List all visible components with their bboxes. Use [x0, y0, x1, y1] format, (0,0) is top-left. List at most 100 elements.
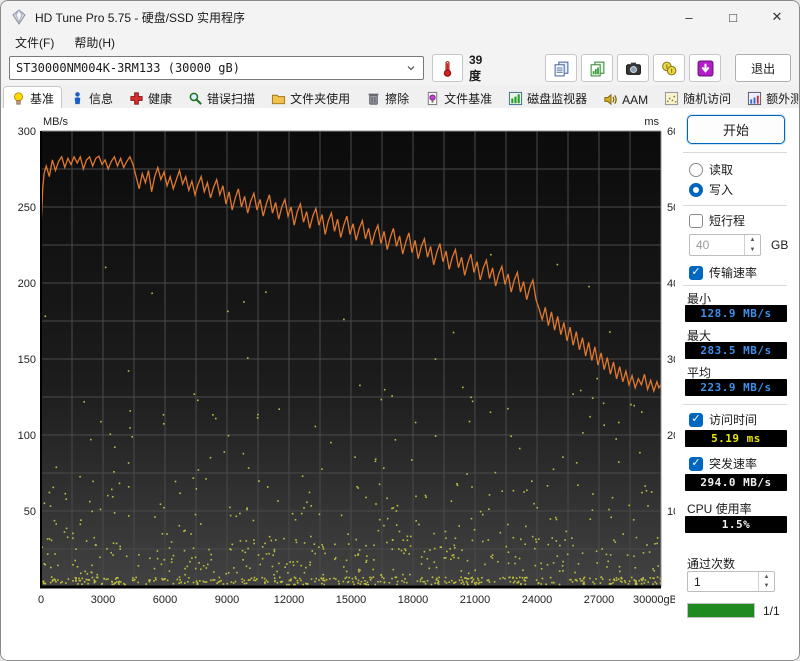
- svg-text:0: 0: [38, 594, 44, 606]
- svg-text:6000: 6000: [153, 594, 177, 606]
- svg-text:27000: 27000: [584, 594, 615, 606]
- transfer-rate-checkbox[interactable]: 传输速率: [689, 264, 757, 281]
- filebulb-icon: [427, 91, 438, 106]
- svg-text:24000: 24000: [522, 594, 553, 606]
- cross-icon: [130, 92, 143, 105]
- coins-icon: [661, 61, 677, 75]
- radio-write[interactable]: 写入: [689, 181, 733, 198]
- title-bar: HD Tune Pro 5.75 - 硬盘/SSD 实用程序 – □ ✕: [1, 1, 799, 33]
- pages-green-icon: [590, 61, 605, 76]
- extra-icon: [748, 91, 762, 106]
- tab-label: 基准: [30, 92, 55, 106]
- copy-image-button[interactable]: [581, 54, 614, 82]
- progress-fill: [688, 604, 754, 617]
- camera-icon: [625, 62, 641, 75]
- temperature-value: 39度: [468, 52, 483, 83]
- burst-rate-box[interactable]: [689, 456, 703, 471]
- donate-button[interactable]: [653, 54, 686, 82]
- drive-select[interactable]: ST30000NM004K-3RM133 (30000 gB): [9, 56, 425, 80]
- tab-label: 随机访问: [683, 92, 732, 106]
- options-panel: 开始 读取 写入 短行程 40 ▲▼ GB 传输速率: [675, 108, 799, 660]
- start-button[interactable]: 开始: [687, 115, 785, 144]
- svg-text:21000: 21000: [460, 594, 491, 606]
- burst-rate-checkbox[interactable]: 突发速率: [689, 455, 757, 472]
- screenshot-button[interactable]: [617, 54, 650, 82]
- short-stroke-label: 短行程: [709, 214, 746, 228]
- tab-label: 文件基准: [444, 92, 493, 106]
- min-value-display: 128.9 MB/s: [685, 305, 787, 322]
- svg-text:3000: 3000: [91, 594, 115, 606]
- menu-help[interactable]: 帮助(H): [66, 33, 123, 52]
- app-window: HD Tune Pro 5.75 - 硬盘/SSD 实用程序 – □ ✕ 文件(…: [0, 0, 800, 661]
- svg-text:MB/s: MB/s: [43, 116, 69, 128]
- radio-write-circle[interactable]: [689, 182, 703, 197]
- radio-read[interactable]: 读取: [689, 161, 733, 178]
- info-icon: [74, 92, 81, 105]
- svg-text:300: 300: [18, 126, 36, 138]
- access-time-label: 访问时间: [709, 413, 758, 427]
- svg-text:12000: 12000: [274, 594, 305, 606]
- tab-label: 文件夹使用: [290, 92, 351, 106]
- scatter-icon: [665, 91, 679, 106]
- svg-text:15000: 15000: [336, 594, 367, 606]
- burst-rate-label: 突发速率: [709, 457, 758, 471]
- folder-icon: [272, 94, 286, 105]
- tab-label: 磁盘监视器: [527, 92, 588, 106]
- stepper-arrows[interactable]: ▲ ▼: [744, 235, 760, 255]
- burst-rate-display: 294.0 MB/s: [685, 474, 787, 491]
- benchmark-chart-wrap: MB/sms3002502001501005060504030201003000…: [1, 113, 680, 616]
- access-time-box[interactable]: [689, 412, 703, 427]
- stepper-arrows[interactable]: ▲ ▼: [758, 572, 774, 591]
- benchmark-chart: MB/sms3002502001501005060504030201003000…: [18, 116, 680, 606]
- menu-bar: 文件(F) 帮助(H): [1, 33, 799, 51]
- svg-text:50: 50: [24, 506, 36, 518]
- maximize-button[interactable]: □: [711, 1, 755, 33]
- magnifier-icon: [189, 92, 202, 105]
- tab-label: 信息: [89, 92, 114, 106]
- gb-unit-label: GB: [771, 238, 789, 252]
- pages-blue-icon: [554, 61, 569, 76]
- monitor-icon: [509, 91, 523, 106]
- pass-count-stepper[interactable]: 1 ▲ ▼: [687, 571, 775, 592]
- chevron-down-icon: [407, 66, 415, 71]
- radio-read-label: 读取: [709, 163, 734, 177]
- short-stroke-checkbox[interactable]: 短行程: [689, 212, 745, 229]
- max-value-display: 283.5 MB/s: [685, 342, 787, 359]
- transfer-rate-box[interactable]: [689, 265, 703, 280]
- close-button[interactable]: ✕: [755, 1, 799, 33]
- tab-label: AAM: [622, 92, 649, 107]
- divider: [683, 404, 787, 405]
- short-stroke-size-stepper[interactable]: 40 ▲ ▼: [689, 234, 761, 256]
- copy-text-button[interactable]: [545, 54, 578, 82]
- progress-row: 1/1: [687, 603, 780, 618]
- minimize-button[interactable]: –: [667, 1, 711, 33]
- temperature-button[interactable]: [432, 54, 463, 82]
- short-stroke-size-value: 40: [696, 238, 710, 252]
- trash-icon: [368, 93, 379, 105]
- content-area: MB/sms3002502001501005060504030201003000…: [1, 108, 799, 660]
- thermometer-icon: [443, 60, 452, 77]
- svg-text:9000: 9000: [215, 594, 239, 606]
- toolbar: ST30000NM004K-3RM133 (30000 gB) 39度 退出: [1, 51, 799, 85]
- divider: [683, 152, 787, 153]
- avg-value-display: 223.9 MB/s: [685, 379, 787, 396]
- svg-text:ms: ms: [644, 116, 659, 128]
- exit-button[interactable]: 退出: [735, 54, 792, 82]
- access-time-checkbox[interactable]: 访问时间: [689, 411, 757, 428]
- progress-label: 1/1: [763, 603, 780, 618]
- divider: [683, 205, 787, 206]
- svg-text:18000: 18000: [398, 594, 429, 606]
- save-download-button[interactable]: [689, 54, 722, 82]
- radio-write-label: 写入: [709, 183, 734, 197]
- svg-text:250: 250: [18, 202, 36, 214]
- speaker-icon: [604, 93, 617, 106]
- menu-file[interactable]: 文件(F): [7, 33, 62, 52]
- radio-read-circle[interactable]: [689, 162, 703, 177]
- tab-label: 健康: [148, 92, 173, 106]
- cpu-usage-display: 1.5%: [685, 516, 787, 533]
- svg-text:150: 150: [18, 354, 36, 366]
- tab-label: 擦除: [385, 92, 410, 106]
- short-stroke-box[interactable]: [689, 213, 703, 228]
- bulb-icon: [13, 92, 24, 105]
- divider: [683, 285, 787, 286]
